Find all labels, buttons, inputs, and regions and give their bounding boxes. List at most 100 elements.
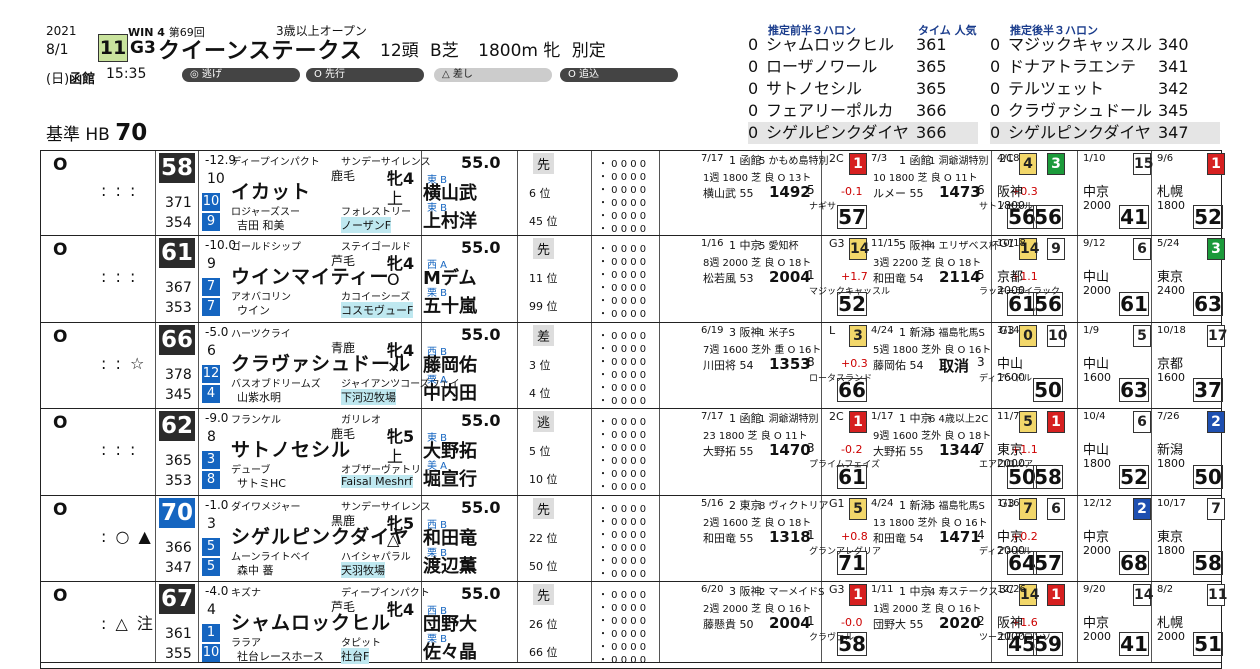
- breeder: 天羽牧場: [341, 562, 385, 578]
- past-jockey: 藤懸貴 50: [703, 618, 754, 631]
- past-distance: 1800: [1157, 457, 1185, 470]
- run-style: 先: [533, 153, 555, 174]
- column-divider: [1151, 323, 1152, 408]
- back-rank-list: 0 マジックキャッスル 340 0 ドナアトラエンテ 341 0 テルツェット 342 0 クラヴァ…: [990, 34, 1220, 144]
- front-3f: 367: [165, 280, 192, 296]
- past-place: 17: [1207, 325, 1227, 347]
- rank-item: 0 シャムロックヒル 361: [748, 34, 978, 56]
- past-speed-index: 68: [1119, 551, 1149, 575]
- front-3f: 378: [165, 367, 192, 383]
- past-venue: 5 阪神: [899, 239, 932, 252]
- run-style: 先: [533, 584, 555, 605]
- jockey-rank: 5 位: [529, 445, 551, 458]
- past-venue: 中山: [1083, 357, 1110, 372]
- jockey-rank: 3 位: [529, 359, 551, 372]
- back-rank-box: 5: [202, 558, 220, 576]
- trainer-rank: 66 位: [529, 646, 558, 659]
- column-divider: [659, 496, 660, 581]
- column-divider: [1151, 236, 1152, 322]
- past-date: 7/17: [701, 411, 724, 422]
- rank-item: 0 フェアリーポルカ 366: [748, 100, 978, 122]
- past-venue: 1 函館: [729, 412, 762, 425]
- stat-line: ・ 0 0 0 0: [598, 482, 647, 493]
- past-venue: 1 中京: [899, 585, 932, 598]
- past-venue: 1 函館: [899, 154, 932, 167]
- mark-columns: : : :: [101, 440, 138, 459]
- past-place: 4: [1019, 153, 1037, 175]
- rank-horse-name: マジックキャッスル: [1008, 35, 1153, 54]
- past-pos: 3: [977, 355, 985, 369]
- sire: ゴールドシップ: [231, 242, 301, 253]
- style-pill-senko: O 先行: [306, 68, 424, 82]
- past-race: 5 かもめ島特別: [759, 156, 829, 167]
- hb-diff-rank: 4: [207, 602, 216, 618]
- past-date: 1/11: [871, 584, 894, 595]
- hb-rating: 62: [159, 411, 195, 441]
- column-divider: [198, 151, 199, 235]
- breeder: コスモヴューF: [341, 302, 414, 318]
- past-course: 9週 1600 芝外 良 O 18ト: [873, 431, 992, 442]
- past-venue: 1 函館: [729, 154, 762, 167]
- rank-item: 0 サトノセシル 365: [748, 78, 978, 100]
- past-jockey: 団野大 55: [873, 618, 924, 631]
- past-speed-index: 57: [1033, 551, 1063, 575]
- past-date: 3/14: [997, 325, 1020, 336]
- front-rank-box: 3: [202, 451, 220, 469]
- past-diff: +1.7: [841, 270, 868, 283]
- column-divider: [991, 409, 992, 495]
- past-speed-index: 57: [837, 205, 867, 229]
- column-divider: [821, 323, 822, 408]
- past-race: 4 エリザベス杯: [929, 241, 999, 252]
- prediction-mark: O: [53, 327, 68, 347]
- breeder: Faisal Meshrf: [341, 475, 413, 488]
- column-divider: [1077, 236, 1078, 322]
- past-winner: ナギサ: [809, 202, 837, 212]
- past-venue: 中山: [1083, 270, 1110, 285]
- column-divider: [591, 582, 592, 662]
- past-pos: 4: [977, 528, 985, 542]
- past-place: 5: [1133, 325, 1151, 347]
- column-divider: [591, 409, 592, 495]
- past-race: 6 4歳以上2C: [929, 414, 989, 425]
- rank-item: 0 マジックキャッスル 340: [990, 34, 1220, 56]
- past-place: 1: [849, 411, 867, 433]
- past-pos: 7: [977, 441, 985, 455]
- hb-diff-rank: 10: [207, 171, 225, 187]
- race-number: 11: [98, 34, 128, 62]
- past-distance: 2000: [1083, 199, 1111, 212]
- past-race: 5 福島牝馬S: [929, 501, 985, 512]
- past-venue: 東京: [1157, 530, 1184, 545]
- rank-time: 361: [916, 35, 947, 54]
- breeder: 社台F: [341, 648, 370, 664]
- past-class: G3: [829, 583, 845, 596]
- past-place: 14: [849, 238, 869, 260]
- column-divider: [198, 323, 199, 408]
- rank-item: 0 テルツェット 342: [990, 78, 1220, 100]
- past-place: 6: [1133, 411, 1151, 433]
- column-divider: [421, 323, 422, 408]
- back-3f: 345: [165, 387, 192, 403]
- back-3f: 354: [165, 215, 192, 231]
- horse-row: O: : :61 -10.0 9 367 353 7 7 ゴールドシップ ステイゴールド 芦毛 牝4…: [41, 236, 1225, 323]
- coat: 鹿毛: [331, 169, 356, 183]
- trainer: 五十嵐: [423, 296, 477, 317]
- front-rank-box: 7: [202, 278, 220, 296]
- horse-row: O: : ☆ 66 -5.0 6 378 345 12 4 ハーツクライ 青鹿 牝4 クラヴァシュドー…: [41, 323, 1227, 409]
- past-date: 1/17: [871, 411, 894, 422]
- dam-sire2: オブザーヴァトリ: [341, 465, 421, 476]
- back-rank-box: 10: [202, 644, 220, 662]
- past-date: 11/15: [871, 238, 900, 249]
- hb-rating: 70: [159, 498, 195, 528]
- dam-sire: サンデーサイレンス: [341, 502, 431, 513]
- rank-item: 0 ドナアトラエンテ 341: [990, 56, 1220, 78]
- past-place: 0: [1019, 325, 1037, 347]
- past-speed-index: 52: [1193, 205, 1223, 229]
- rank-mark: 0: [990, 57, 1001, 76]
- past-venue: 中京: [997, 530, 1024, 545]
- past-jockey: 大野拓 55: [703, 445, 754, 458]
- past-course: 5週 1800 芝外 良 O 16ト: [873, 345, 992, 356]
- breeder: ノーザンF: [341, 217, 392, 233]
- past-date: 10/18: [1157, 325, 1186, 336]
- stat-line: ・ 0 0 0 0: [598, 309, 647, 320]
- race-condition: 3歳以上オープン: [276, 24, 367, 38]
